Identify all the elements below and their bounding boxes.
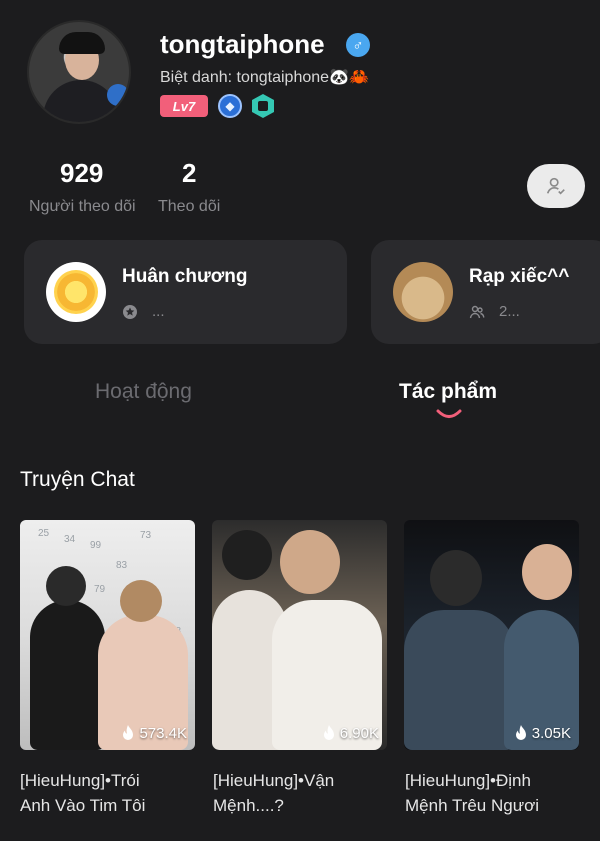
work-caption-2-line2: Mệnh....? (213, 796, 284, 815)
work-caption-2[interactable]: [HieuHung]•Vận Mệnh....? (213, 768, 393, 818)
group-card-title: Rạp xiếc^^ (469, 266, 570, 287)
tab-activity[interactable]: Hoạt động (95, 380, 192, 404)
tab-works[interactable]: Tác phẩm (399, 380, 497, 404)
following-label[interactable]: Theo dõi (158, 198, 220, 216)
cat-avatar (393, 262, 453, 322)
work-views-3-value: 3.05K (531, 725, 571, 742)
group-card-sub-text: 2... (499, 303, 520, 320)
work-views-3: 3.05K (514, 725, 571, 742)
group-card-sub: 2... (469, 303, 520, 320)
work-caption-1-line2: Anh Vào Tim Tôi (20, 796, 146, 815)
work-caption-3-line1: [HieuHung]•Định (405, 771, 531, 790)
medals-card-sub-text: ... (152, 303, 165, 320)
followers-count[interactable]: 929 (60, 158, 103, 189)
star-circle-icon (122, 304, 138, 320)
work-caption-1-line1: [HieuHung]•Trói (20, 771, 140, 790)
medals-card[interactable]: Huân chương ... (24, 240, 347, 344)
work-thumbnail-2[interactable]: 6.90K (212, 520, 387, 750)
work-caption-3[interactable]: [HieuHung]•Định Mệnh Trêu Ngươi (405, 768, 585, 818)
active-tab-indicator (436, 409, 462, 418)
medals-card-sub: ... (122, 303, 165, 320)
profile-avatar[interactable] (27, 20, 131, 124)
work-views-2: 6.90K (322, 725, 379, 742)
fire-icon (515, 725, 526, 740)
medals-card-title: Huân chương (122, 266, 248, 287)
male-icon: ♂ (346, 33, 370, 57)
work-thumbnail-1[interactable]: 25 34 99 73 83 79 98 573.4K (20, 520, 195, 750)
work-views-1-value: 573.4K (139, 725, 187, 742)
level-badge[interactable]: Lv7 (160, 95, 208, 117)
following-count[interactable]: 2 (182, 158, 196, 189)
work-caption-2-line1: [HieuHung]•Vận (213, 771, 335, 790)
follow-button[interactable] (527, 164, 585, 208)
hexagon-badge-icon[interactable] (252, 94, 274, 118)
fire-icon (123, 725, 134, 740)
user-check-icon (546, 177, 565, 195)
section-title-chat-stories: Truyện Chat (20, 468, 135, 491)
work-caption-1[interactable]: [HieuHung]•Trói Anh Vào Tim Tôi (20, 768, 200, 818)
profile-nickname: Biệt danh: tongtaiphone🐼🦀 (160, 69, 369, 86)
work-views-1: 573.4K (121, 725, 187, 742)
fire-icon (323, 725, 334, 740)
profile-username: tongtaiphone (160, 29, 325, 59)
medal-icon (46, 262, 106, 322)
group-card[interactable]: Rạp xiếc^^ 2... (371, 240, 600, 344)
work-views-2-value: 6.90K (339, 725, 379, 742)
followers-label[interactable]: Người theo dõi (29, 198, 136, 216)
work-thumbnail-3[interactable]: 3.05K (404, 520, 579, 750)
diamond-badge-icon[interactable]: ◆ (218, 94, 242, 118)
work-caption-3-line2: Mệnh Trêu Ngươi (405, 796, 540, 815)
members-icon (469, 304, 485, 320)
